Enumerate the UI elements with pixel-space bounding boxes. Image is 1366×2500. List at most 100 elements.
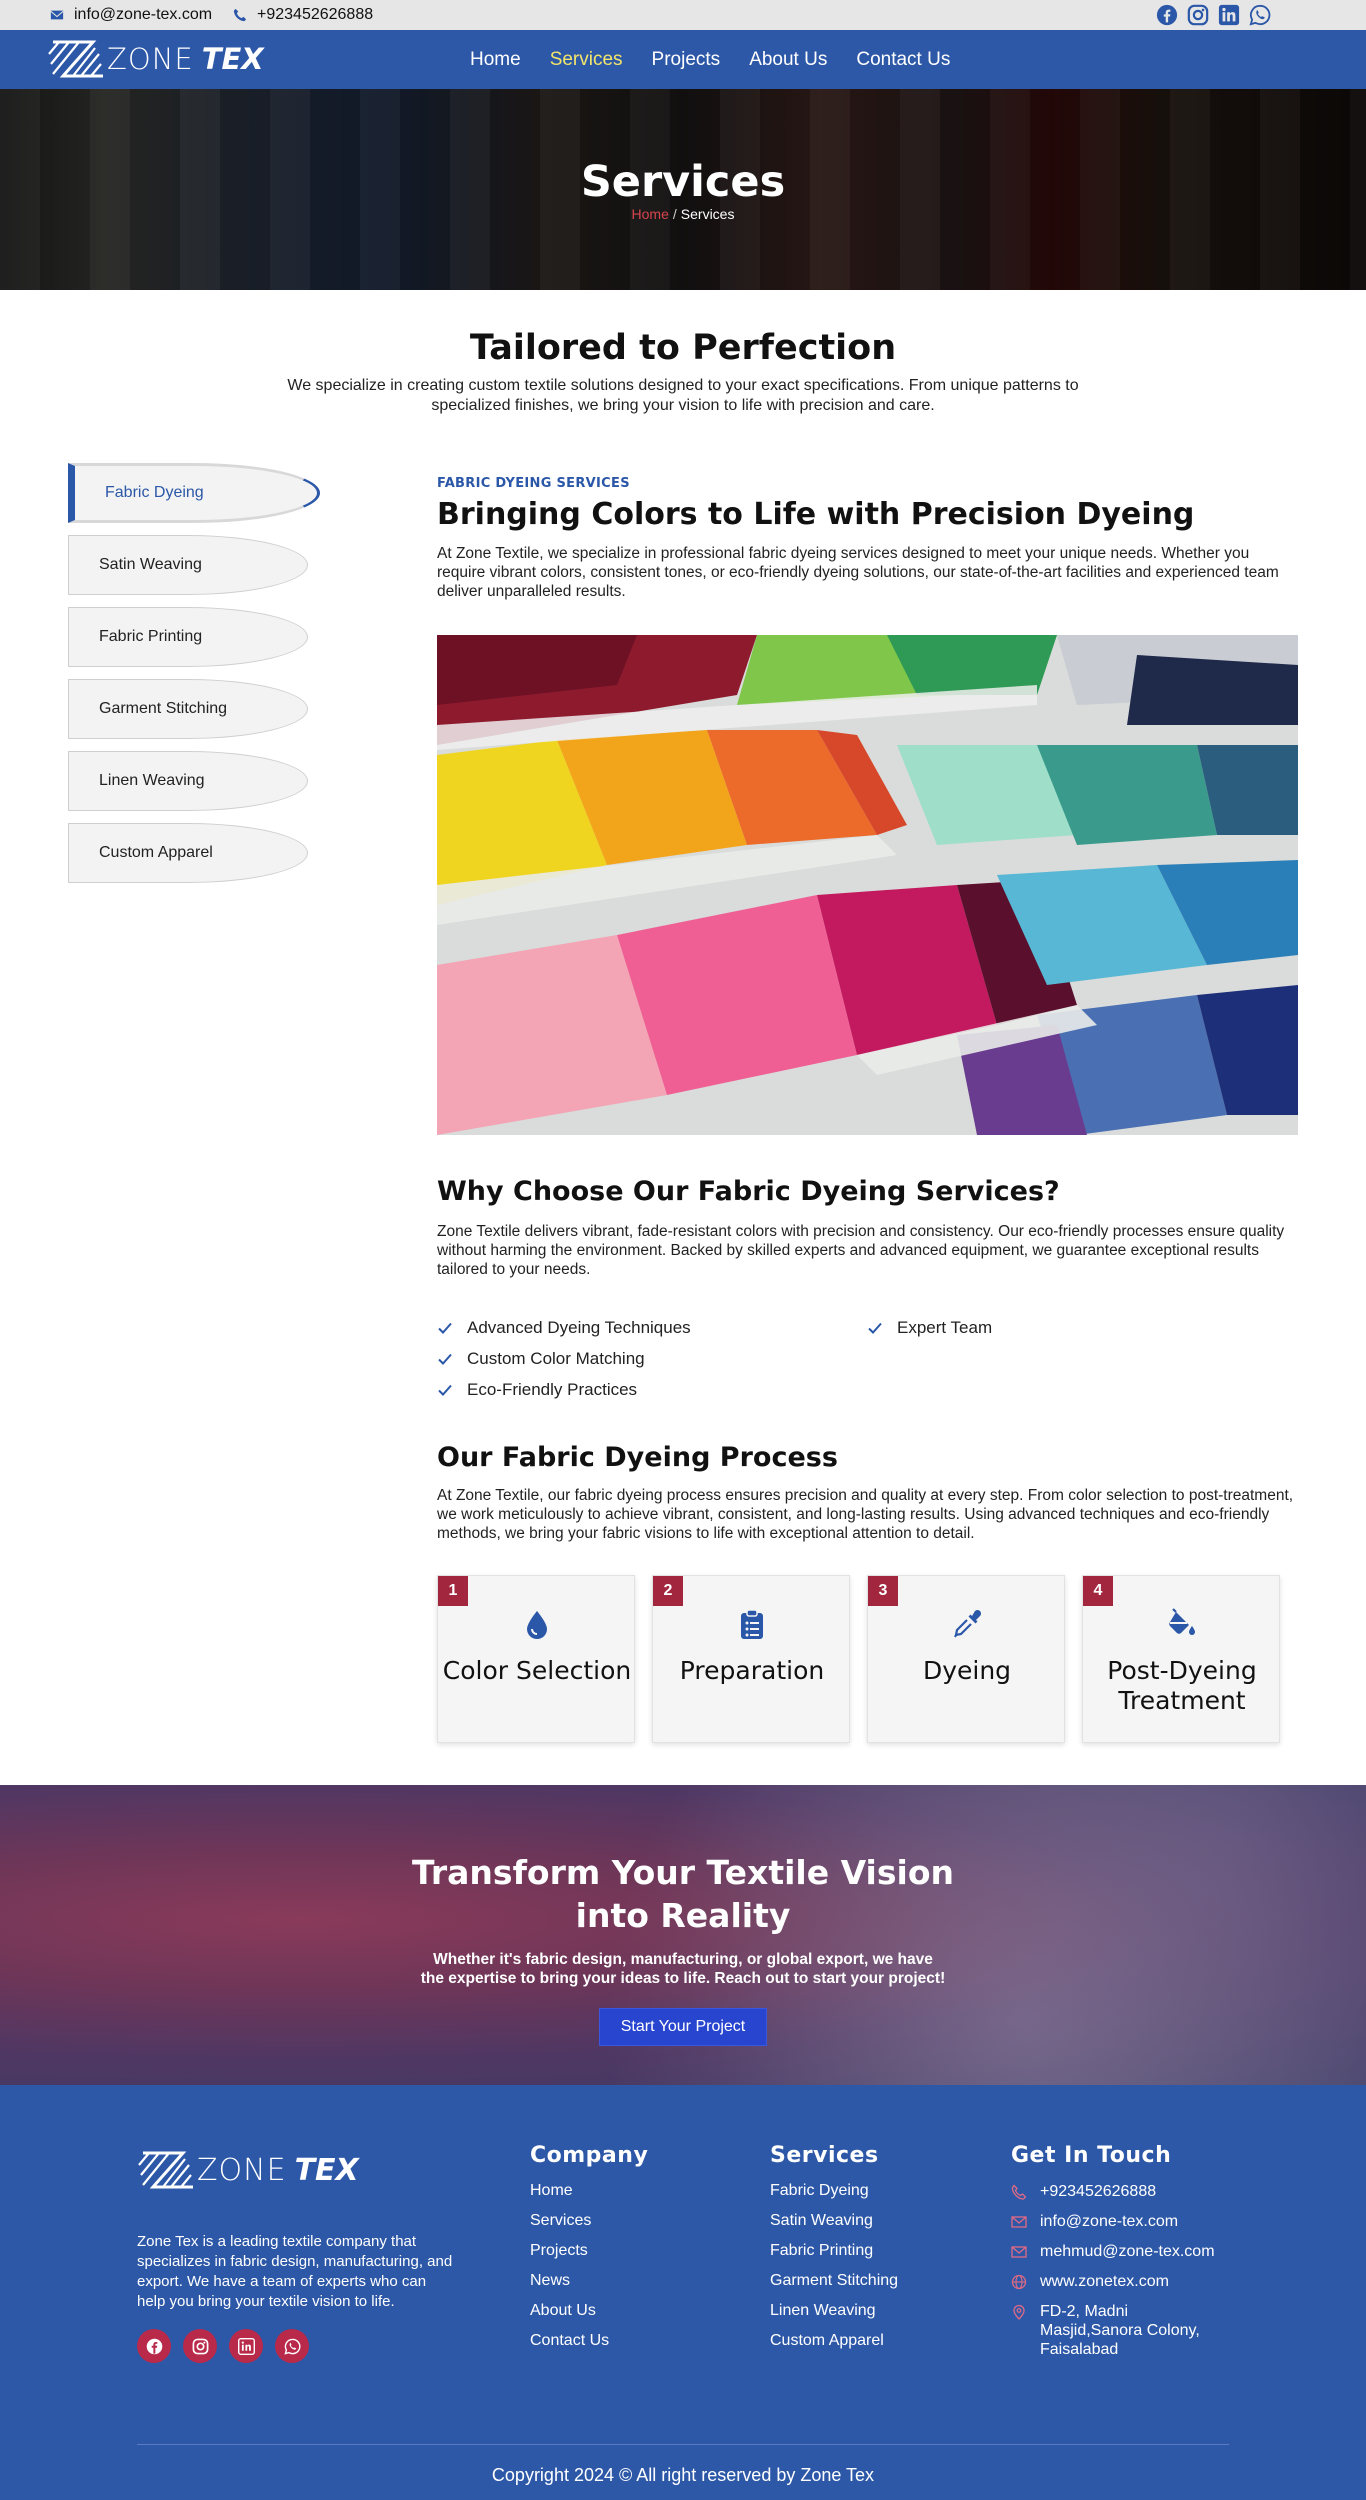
feature-label: Expert Team [897, 1318, 993, 1337]
check-icon [437, 1382, 453, 1398]
footer-link-custom-apparel[interactable]: Custom Apparel [770, 2332, 898, 2362]
logo-text-bold: TEX [201, 42, 264, 76]
footer-link-about-us[interactable]: About Us [530, 2302, 648, 2332]
footer-link-home[interactable]: Home [530, 2182, 648, 2212]
nav-services[interactable]: Services [550, 49, 623, 71]
zone-tex-logo-mark-icon [48, 40, 103, 78]
whatsapp-icon[interactable] [275, 2329, 309, 2363]
footer-logo[interactable]: ZONE TEX [137, 2147, 359, 2193]
intro-title: Tailored to Perfection [469, 328, 897, 368]
footer-link-contact-us[interactable]: Contact Us [530, 2332, 648, 2362]
process-step-card: 1 Color Selection [437, 1575, 635, 1743]
top-contact-bar: info@zone-tex.com +923452626888 [0, 0, 1366, 30]
step-label: Post-Dyeing Treatment [1107, 1656, 1257, 1715]
process-step-card: 2 Preparation [652, 1575, 850, 1743]
topbar-email[interactable]: info@zone-tex.com [50, 0, 212, 30]
start-project-button[interactable]: Start Your Project [599, 2008, 767, 2046]
clipboard-list-icon [741, 1609, 763, 1639]
service-title: Bringing Colors to Life with Precision D… [437, 497, 1195, 532]
feature-item: Expert Team [867, 1318, 992, 1338]
breadcrumb: Home / Services [0, 206, 1366, 222]
footer-email-text: info@zone-tex.com [1040, 2213, 1179, 2230]
cta-section: Transform Your Textile Vision into Reali… [0, 1785, 1366, 2085]
step-number: 2 [653, 1576, 683, 1606]
footer-company-column: Company Home Services Projects News Abou… [530, 2143, 648, 2362]
footer-link-garment-stitching[interactable]: Garment Stitching [770, 2272, 898, 2302]
breadcrumb-home[interactable]: Home [632, 206, 669, 222]
services-sidebar: Fabric Dyeing Satin Weaving Fabric Print… [68, 463, 320, 895]
sidebar-item-linen-weaving[interactable]: Linen Weaving [68, 751, 308, 811]
feature-label: Advanced Dyeing Techniques [467, 1318, 691, 1337]
why-choose-title: Why Choose Our Fabric Dyeing Services? [437, 1176, 1060, 1207]
cta-title: Transform Your Textile Vision into Reali… [412, 1853, 954, 1935]
page-hero-banner: Services Home / Services [0, 89, 1366, 290]
yarn-samples-image [437, 635, 1298, 1135]
facebook-icon[interactable] [1156, 4, 1178, 26]
footer-copyright: Copyright 2024 © All right reserved by Z… [491, 2465, 875, 2485]
service-kicker: FABRIC DYEING SERVICES [437, 476, 630, 491]
footer-services-column: Services Fabric Dyeing Satin Weaving Fab… [770, 2143, 898, 2362]
topbar-phone-text: +923452626888 [257, 6, 374, 23]
footer-phone[interactable]: +923452626888 [1011, 2182, 1241, 2201]
footer-email[interactable]: info@zone-tex.com [1011, 2212, 1241, 2231]
logo-text-light: ZONE [107, 42, 194, 76]
cta-text: Whether it's fabric design, manufacturin… [420, 1951, 946, 1987]
footer-link-projects[interactable]: Projects [530, 2242, 648, 2272]
step-number: 3 [868, 1576, 898, 1606]
footer-link-news[interactable]: News [530, 2272, 648, 2302]
step-number: 4 [1083, 1576, 1113, 1606]
nav-home[interactable]: Home [470, 49, 521, 71]
footer-link-fabric-printing[interactable]: Fabric Printing [770, 2242, 898, 2272]
footer-social-links [137, 2329, 309, 2363]
map-pin-icon [1013, 2304, 1025, 2320]
header-logo[interactable]: ZONE TEX [47, 36, 264, 82]
footer-email-secondary[interactable]: mehmud@zone-tex.com [1011, 2242, 1241, 2261]
check-icon [867, 1320, 883, 1336]
footer-phone-text: +923452626888 [1040, 2183, 1157, 2200]
sidebar-item-fabric-dyeing[interactable]: Fabric Dyeing [68, 463, 320, 523]
service-description: At Zone Textile, we specialize in profes… [437, 545, 1279, 600]
whatsapp-icon[interactable] [1249, 4, 1271, 26]
eyedropper-icon [954, 1609, 982, 1638]
sidebar-item-garment-stitching[interactable]: Garment Stitching [68, 679, 308, 739]
breadcrumb-separator: / [672, 206, 677, 222]
facebook-icon[interactable] [137, 2329, 171, 2363]
footer-contact-column: Get In Touch +923452626888 info@zone-tex… [1011, 2143, 1241, 2370]
footer-about-text: Zone Tex is a leading textile company th… [137, 2233, 453, 2310]
footer-link-fabric-dyeing[interactable]: Fabric Dyeing [770, 2182, 898, 2212]
footer-link-services[interactable]: Services [530, 2212, 648, 2242]
footer-address-text: FD-2, Madni Masjid,Sanora Colony, Faisal… [1040, 2303, 1200, 2358]
phone-icon [233, 8, 247, 22]
check-icon [437, 1351, 453, 1367]
footer-contact-title: Get In Touch [1011, 2143, 1172, 2168]
footer-divider [137, 2444, 1229, 2445]
footer-website[interactable]: www.zonetex.com [1011, 2272, 1241, 2291]
phone-icon [1011, 2184, 1027, 2200]
process-step-card: 4 Post-Dyeing Treatment [1082, 1575, 1280, 1743]
nav-contact-us[interactable]: Contact Us [856, 49, 950, 71]
why-choose-text: Zone Textile delivers vibrant, fade-resi… [437, 1223, 1285, 1278]
paint-bucket-icon [1169, 1608, 1195, 1635]
sidebar-item-satin-weaving[interactable]: Satin Weaving [68, 535, 308, 595]
zone-tex-logo-mark-icon [138, 2151, 193, 2189]
footer-website-text: www.zonetex.com [1040, 2273, 1169, 2290]
topbar-phone[interactable]: +923452626888 [233, 0, 373, 30]
step-label: Preparation [679, 1656, 825, 1685]
instagram-icon[interactable] [1187, 4, 1209, 26]
nav-about-us[interactable]: About Us [749, 49, 827, 71]
sidebar-item-custom-apparel[interactable]: Custom Apparel [68, 823, 308, 883]
footer: ZONE TEX Zone Tex is a leading textile c… [0, 2085, 1366, 2500]
linkedin-icon[interactable] [229, 2329, 263, 2363]
instagram-icon[interactable] [183, 2329, 217, 2363]
nav-projects[interactable]: Projects [652, 49, 721, 71]
linkedin-icon[interactable] [1218, 4, 1240, 26]
footer-link-linen-weaving[interactable]: Linen Weaving [770, 2302, 898, 2332]
envelope-icon [1011, 2246, 1027, 2258]
envelope-icon [50, 8, 64, 22]
sidebar-item-fabric-printing[interactable]: Fabric Printing [68, 607, 308, 667]
feature-label: Eco-Friendly Practices [467, 1380, 638, 1399]
footer-link-satin-weaving[interactable]: Satin Weaving [770, 2212, 898, 2242]
feature-label: Custom Color Matching [467, 1349, 645, 1368]
step-number: 1 [438, 1576, 468, 1606]
process-text: At Zone Textile, our fabric dyeing proce… [437, 1487, 1294, 1542]
